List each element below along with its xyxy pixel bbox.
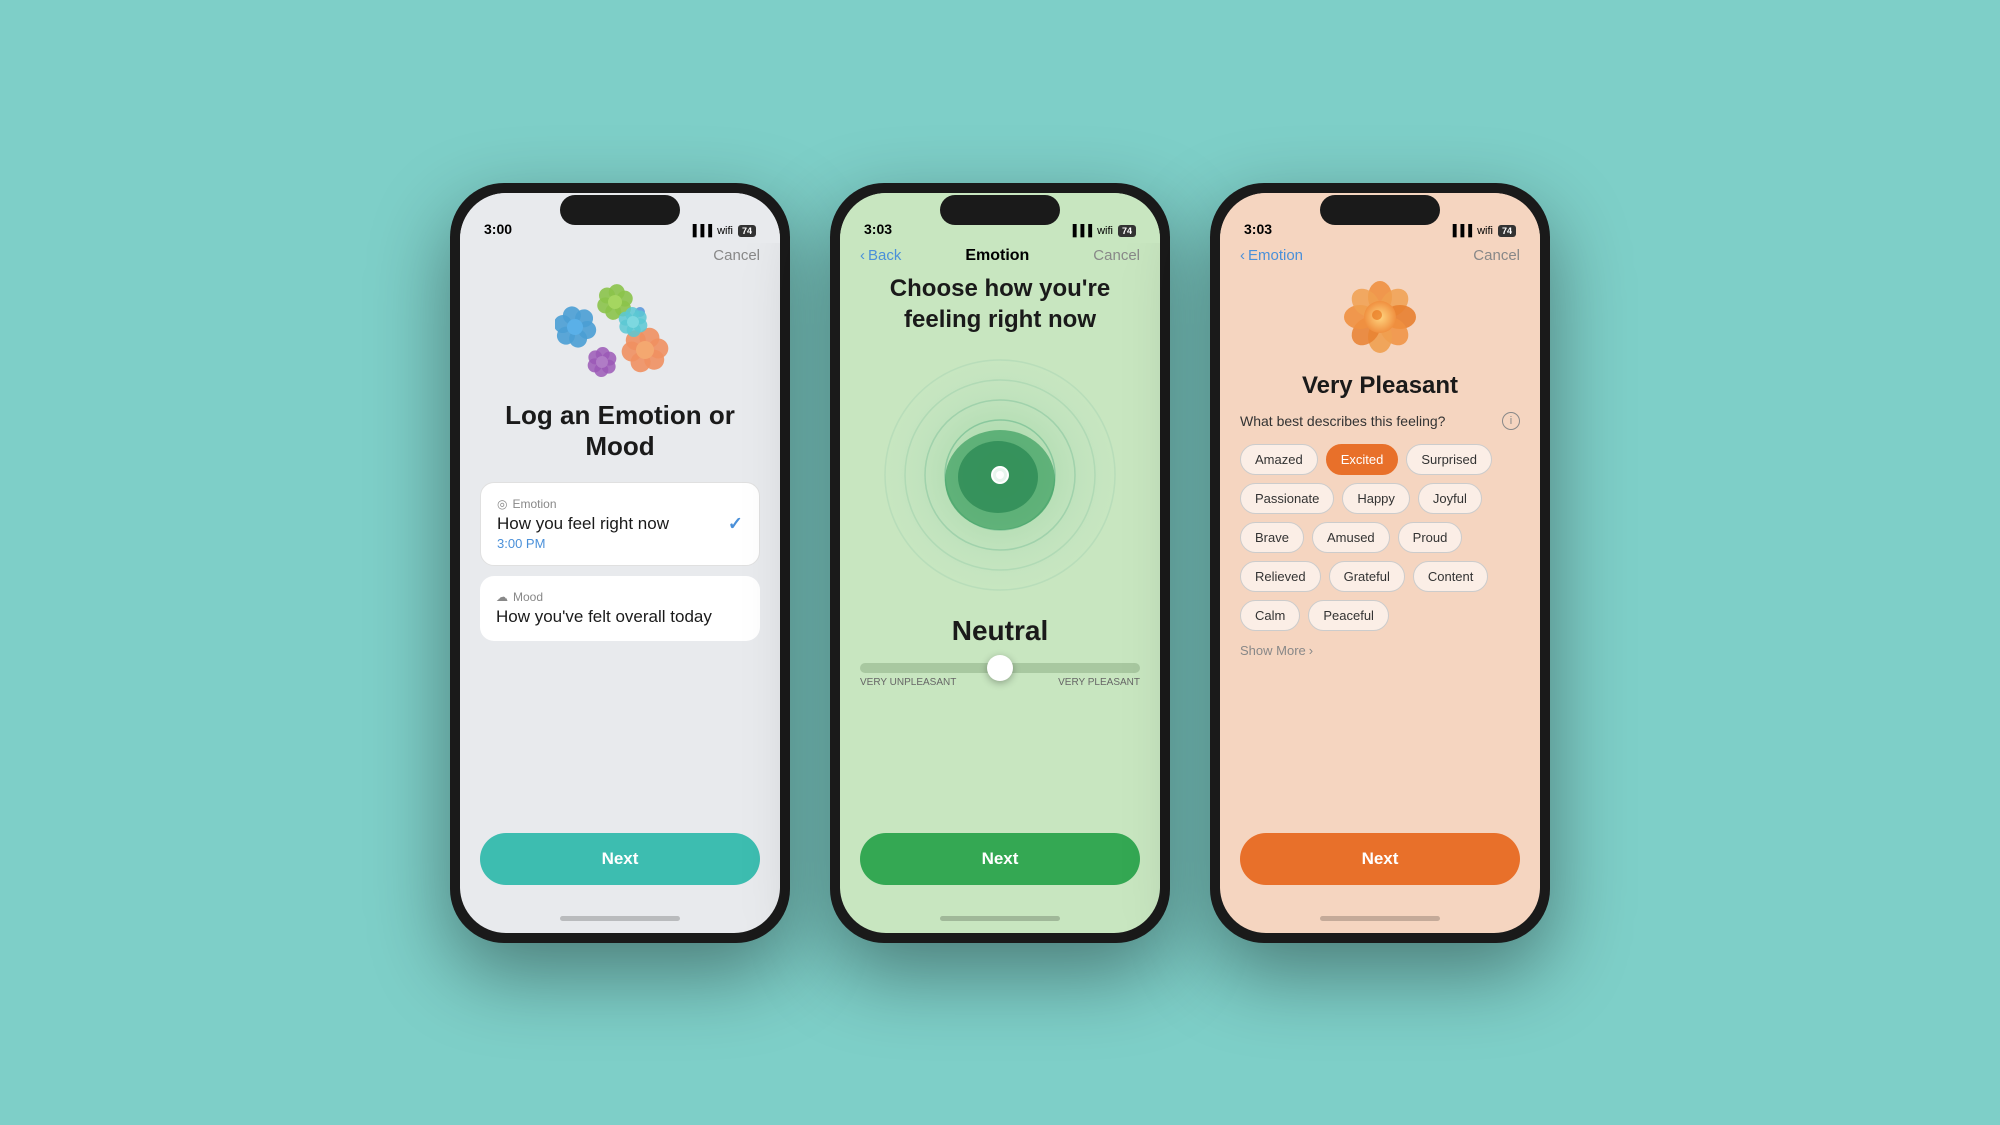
feelings-grid: Amazed Excited Surprised Passionate Happ… <box>1240 444 1520 631</box>
notch-1 <box>560 195 680 225</box>
feeling-happy[interactable]: Happy <box>1342 483 1410 514</box>
next-button-2[interactable]: Next <box>860 833 1140 885</box>
feeling-grateful[interactable]: Grateful <box>1329 561 1405 592</box>
feeling-proud[interactable]: Proud <box>1398 522 1463 553</box>
status-icons-1: ▐▐▐ wifi 74 <box>689 225 756 237</box>
wifi-icon: wifi <box>717 225 733 237</box>
mood-icon: ☁ <box>496 590 508 604</box>
status-icons-2: ▐▐▐ wifi 74 <box>1069 225 1136 237</box>
emotion-slider[interactable]: VERY UNPLEASANT VERY PLEASANT <box>860 663 1140 688</box>
screen-3: 3:03 ▐▐▐ wifi 74 ‹ Emotion Cancel <box>1220 193 1540 933</box>
nav-bar-2: ‹ Back Emotion Cancel <box>840 243 1160 273</box>
next-button-3[interactable]: Next <box>1240 833 1520 885</box>
battery-1: 74 <box>738 225 756 237</box>
screen-1: 3:00 ▐▐▐ wifi 74 Cancel <box>460 193 780 933</box>
home-bar-3 <box>1320 916 1440 921</box>
pleasant-flower-icon <box>1335 272 1425 362</box>
battery-3: 74 <box>1498 225 1516 237</box>
nav-title-2: Emotion <box>965 247 1029 265</box>
emotion-icon: ◎ <box>497 497 507 511</box>
signal-icon-2: ▐▐▐ <box>1069 225 1092 237</box>
notch-3 <box>1320 195 1440 225</box>
home-indicator-1 <box>460 905 780 933</box>
next-button-1[interactable]: Next <box>480 833 760 885</box>
wifi-icon-2: wifi <box>1097 225 1113 237</box>
mood-description: How you've felt overall today <box>496 607 744 627</box>
cancel-button-2[interactable]: Cancel <box>1093 247 1140 264</box>
signal-icon: ▐▐▐ <box>689 225 712 237</box>
nav-bar-3: ‹ Emotion Cancel <box>1220 243 1540 272</box>
notch-2 <box>940 195 1060 225</box>
show-more-button[interactable]: Show More › <box>1240 643 1520 658</box>
status-time-2: 3:03 <box>864 221 892 237</box>
screen1-content: Log an Emotion or Mood ◎ Emotion How you… <box>460 272 780 905</box>
emotion-type-label: ◎ Emotion <box>497 497 743 511</box>
status-time-3: 3:03 <box>1244 221 1272 237</box>
checkmark-icon: ✓ <box>728 513 743 534</box>
screen2-title: Choose how you're feeling right now <box>860 273 1140 335</box>
feeling-question-row: What best describes this feeling? i <box>1240 412 1520 430</box>
back-button-2[interactable]: ‹ Back <box>860 247 901 264</box>
emotion-description: How you feel right now <box>497 514 743 534</box>
flowers-illustration <box>555 282 685 392</box>
phone-3: 3:03 ▐▐▐ wifi 74 ‹ Emotion Cancel <box>1210 183 1550 943</box>
home-indicator-3 <box>1220 905 1540 933</box>
feeling-passionate[interactable]: Passionate <box>1240 483 1334 514</box>
emotion-option[interactable]: ◎ Emotion How you feel right now 3:00 PM… <box>480 482 760 566</box>
status-time-1: 3:00 <box>484 221 512 237</box>
feeling-amused[interactable]: Amused <box>1312 522 1390 553</box>
feeling-relieved[interactable]: Relieved <box>1240 561 1321 592</box>
chevron-left-icon: ‹ <box>860 247 865 264</box>
screen-2: 3:03 ▐▐▐ wifi 74 ‹ Back Emotion Cancel C… <box>840 193 1160 933</box>
screen1-title: Log an Emotion or Mood <box>480 400 760 462</box>
emotion-wheel[interactable] <box>880 355 1120 595</box>
battery-2: 74 <box>1118 225 1136 237</box>
slider-track <box>860 663 1140 673</box>
pleasant-title: Very Pleasant <box>1240 372 1520 400</box>
signal-icon-3: ▐▐▐ <box>1449 225 1472 237</box>
phone-2: 3:03 ▐▐▐ wifi 74 ‹ Back Emotion Cancel C… <box>830 183 1170 943</box>
cancel-button-3[interactable]: Cancel <box>1473 247 1520 264</box>
screen2-content: Choose how you're feeling right now <box>840 273 1160 905</box>
mood-option[interactable]: ☁ Mood How you've felt overall today <box>480 576 760 641</box>
status-icons-3: ▐▐▐ wifi 74 <box>1449 225 1516 237</box>
feeling-question-text: What best describes this feeling? <box>1240 413 1445 429</box>
nav-bar-1: Cancel <box>460 243 780 272</box>
feeling-amazed[interactable]: Amazed <box>1240 444 1318 475</box>
feeling-content[interactable]: Content <box>1413 561 1489 592</box>
chevron-left-icon-3: ‹ <box>1240 247 1245 264</box>
phone-1: 3:00 ▐▐▐ wifi 74 Cancel <box>450 183 790 943</box>
info-icon[interactable]: i <box>1502 412 1520 430</box>
back-button-3[interactable]: ‹ Emotion <box>1240 247 1303 264</box>
slider-right-label: VERY PLEASANT <box>1058 677 1140 688</box>
feeling-surprised[interactable]: Surprised <box>1406 444 1492 475</box>
slider-thumb[interactable] <box>987 655 1013 681</box>
home-bar-1 <box>560 916 680 921</box>
home-bar-2 <box>940 916 1060 921</box>
feeling-excited[interactable]: Excited <box>1326 444 1399 475</box>
chevron-right-icon: › <box>1309 643 1313 658</box>
feeling-brave[interactable]: Brave <box>1240 522 1304 553</box>
wifi-icon-3: wifi <box>1477 225 1493 237</box>
cancel-button-1[interactable]: Cancel <box>713 247 760 264</box>
feeling-peaceful[interactable]: Peaceful <box>1308 600 1389 631</box>
mood-type-label: ☁ Mood <box>496 590 744 604</box>
home-indicator-2 <box>840 905 1160 933</box>
feeling-joyful[interactable]: Joyful <box>1418 483 1482 514</box>
neutral-label: Neutral <box>952 615 1048 647</box>
screen3-content: Very Pleasant What best describes this f… <box>1220 272 1540 905</box>
feeling-calm[interactable]: Calm <box>1240 600 1300 631</box>
slider-left-label: VERY UNPLEASANT <box>860 677 956 688</box>
emotion-time: 3:00 PM <box>497 536 743 551</box>
